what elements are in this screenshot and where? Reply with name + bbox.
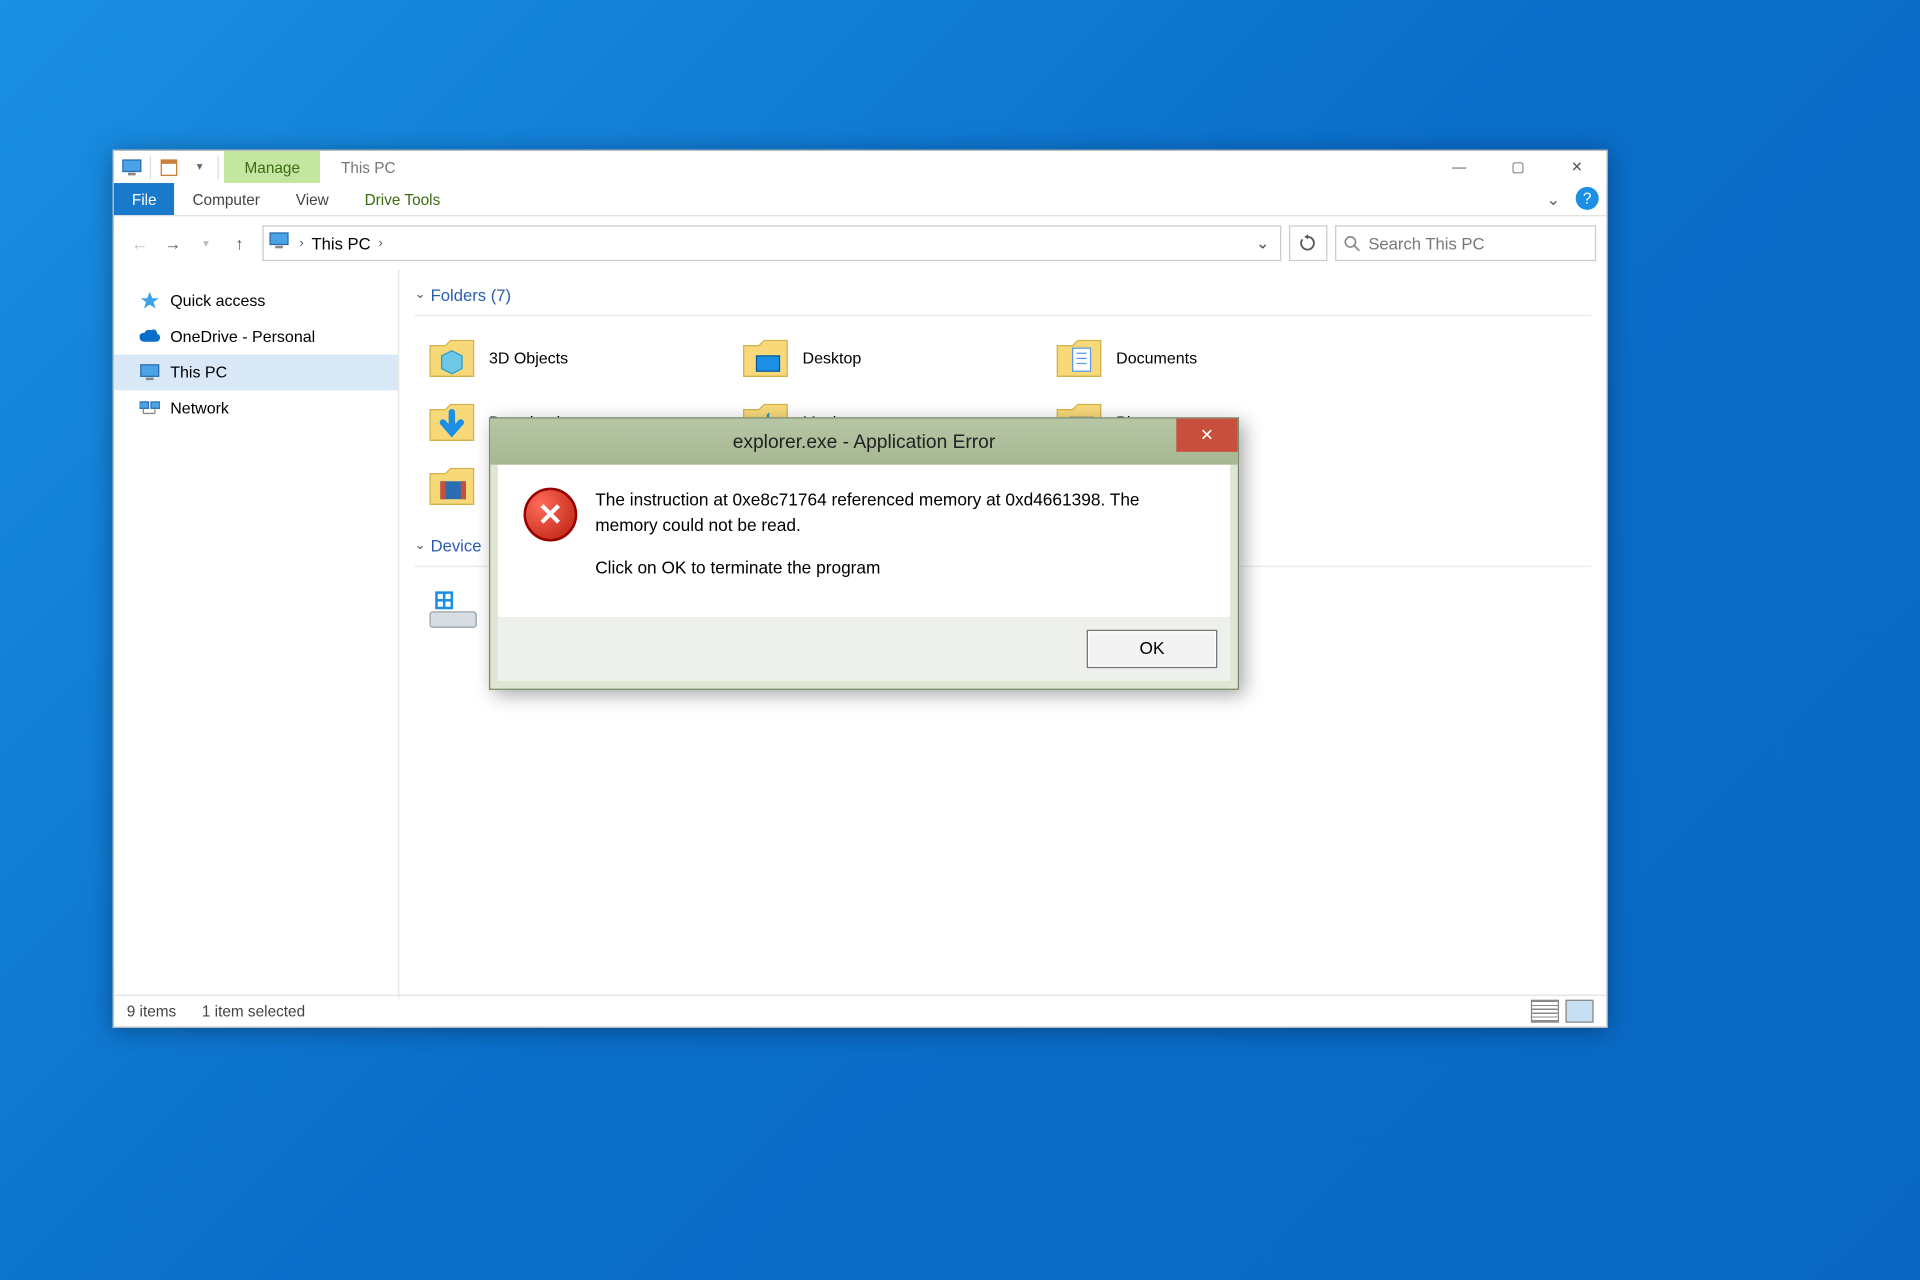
drive-icon — [428, 589, 479, 633]
folder-documents[interactable]: Documents — [1042, 326, 1356, 390]
separator — [218, 156, 219, 179]
properties-icon[interactable] — [157, 156, 180, 179]
breadcrumb-this-pc[interactable]: This PC — [306, 234, 375, 253]
dialog-body: ✕ The instruction at 0xe8c71764 referenc… — [498, 465, 1230, 617]
folder-icon — [428, 465, 477, 509]
crumb-arrow-icon[interactable]: › — [376, 236, 385, 250]
dialog-footer: OK — [498, 617, 1230, 681]
quick-access-toolbar: ▾ — [114, 151, 224, 183]
tab-computer[interactable]: Computer — [175, 183, 278, 215]
folder-label: 3D Objects — [489, 349, 568, 367]
cloud-icon — [140, 326, 160, 346]
sidebar-item-quick-access[interactable]: Quick access — [114, 283, 398, 319]
help-icon[interactable]: ? — [1576, 187, 1599, 210]
sidebar-item-label: OneDrive - Personal — [170, 328, 315, 346]
ok-button[interactable]: OK — [1087, 629, 1218, 667]
separator — [150, 156, 151, 179]
context-tab-manage[interactable]: Manage — [224, 151, 320, 183]
folder-label: Desktop — [803, 349, 862, 367]
folder-icon — [428, 401, 477, 445]
minimize-button[interactable]: — — [1430, 151, 1489, 183]
qat-dropdown-icon[interactable]: ▾ — [188, 156, 211, 179]
sidebar-item-onedrive[interactable]: OneDrive - Personal — [114, 319, 398, 355]
details-view-button[interactable] — [1531, 1000, 1559, 1023]
this-pc-icon — [140, 362, 160, 382]
address-dropdown-icon[interactable]: ⌄ — [1251, 233, 1275, 253]
back-button[interactable]: ← — [124, 228, 155, 259]
sidebar-item-label: Quick access — [170, 292, 265, 310]
chevron-down-icon: ⌄ — [415, 539, 426, 553]
tab-view[interactable]: View — [278, 183, 347, 215]
forward-button[interactable]: → — [157, 228, 188, 259]
error-icon: ✕ — [524, 488, 578, 542]
status-selected-count: 1 item selected — [202, 1002, 305, 1020]
navigation-pane: Quick access OneDrive - Personal This PC… — [114, 270, 399, 1000]
status-bar: 9 items 1 item selected — [114, 995, 1606, 1027]
search-input[interactable]: Search This PC — [1335, 225, 1596, 261]
dialog-message: The instruction at 0xe8c71764 referenced… — [595, 488, 1204, 599]
sidebar-item-network[interactable]: Network — [114, 390, 398, 426]
refresh-button[interactable] — [1289, 225, 1327, 261]
ribbon-tabs: File Computer View Drive Tools ⌄ ? — [114, 183, 1606, 216]
crumb-arrow-icon[interactable]: › — [297, 236, 306, 250]
sidebar-item-label: Network — [170, 399, 229, 417]
navigation-bar: ← → ▾ ↑ › This PC › ⌄ Search This PC — [114, 216, 1606, 270]
large-icons-view-button[interactable] — [1565, 1000, 1593, 1023]
section-header-label: Device — [431, 536, 482, 555]
status-item-count: 9 items — [127, 1002, 177, 1020]
section-header-folders[interactable]: ⌄ Folders (7) — [415, 280, 1591, 316]
window-title-tab[interactable]: This PC — [320, 151, 416, 183]
dialog-close-button[interactable]: ✕ — [1176, 419, 1237, 452]
up-button[interactable]: ↑ — [224, 228, 255, 259]
folder-desktop[interactable]: Desktop — [728, 326, 1042, 390]
folder-label: Documents — [1116, 349, 1197, 367]
error-message-line2: Click on OK to terminate the program — [595, 556, 1204, 581]
error-message-line1: The instruction at 0xe8c71764 referenced… — [595, 488, 1204, 538]
folder-3d-objects[interactable]: 3D Objects — [415, 326, 729, 390]
dialog-title-bar[interactable]: explorer.exe - Application Error ✕ — [490, 419, 1238, 465]
window-controls: — ▢ ✕ — [1430, 151, 1607, 183]
search-icon — [1344, 235, 1361, 252]
chevron-down-icon: ⌄ — [415, 288, 426, 302]
recent-locations-icon[interactable]: ▾ — [191, 228, 222, 259]
network-icon — [140, 398, 160, 418]
search-placeholder: Search This PC — [1368, 234, 1484, 253]
folder-icon — [428, 337, 477, 381]
ribbon-expand-icon[interactable]: ⌄ — [1539, 183, 1568, 215]
dialog-title: explorer.exe - Application Error — [733, 431, 996, 453]
folder-icon — [1055, 337, 1104, 381]
maximize-button[interactable]: ▢ — [1489, 151, 1548, 183]
tab-file[interactable]: File — [114, 183, 175, 215]
tab-drive-tools[interactable]: Drive Tools — [347, 183, 459, 215]
this-pc-icon — [269, 232, 292, 255]
error-dialog: explorer.exe - Application Error ✕ ✕ The… — [489, 417, 1239, 689]
sidebar-item-label: This PC — [170, 364, 227, 382]
folder-icon — [741, 337, 790, 381]
star-icon — [140, 291, 160, 311]
this-pc-icon — [120, 156, 143, 179]
close-button[interactable]: ✕ — [1548, 151, 1607, 183]
section-header-label: Folders (7) — [431, 285, 511, 304]
sidebar-item-this-pc[interactable]: This PC — [114, 355, 398, 391]
address-bar[interactable]: › This PC › ⌄ — [262, 225, 1281, 261]
title-bar: ▾ Manage This PC — ▢ ✕ — [114, 151, 1606, 183]
